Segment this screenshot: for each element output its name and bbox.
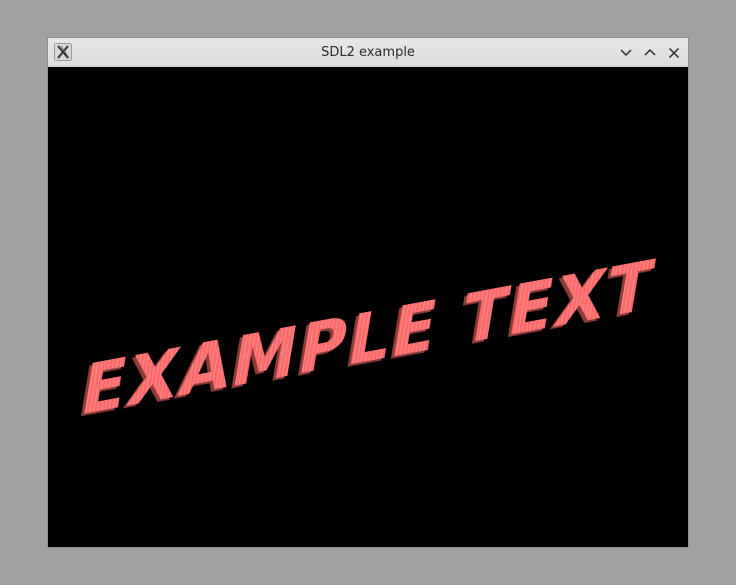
- render-canvas[interactable]: EXAMPLE TEXT: [48, 67, 688, 547]
- window-title: SDL2 example: [321, 45, 415, 60]
- chevron-up-icon: [644, 48, 656, 56]
- maximize-button[interactable]: [640, 43, 660, 63]
- sdl-window: SDL2 example EXAMPLE TEXT: [48, 38, 688, 547]
- example-text: EXAMPLE TEXT: [75, 244, 661, 432]
- minimize-button[interactable]: [616, 43, 636, 63]
- close-button[interactable]: [664, 43, 684, 63]
- close-icon: [668, 47, 680, 59]
- chevron-down-icon: [620, 49, 632, 57]
- title-bar[interactable]: SDL2 example: [48, 38, 688, 67]
